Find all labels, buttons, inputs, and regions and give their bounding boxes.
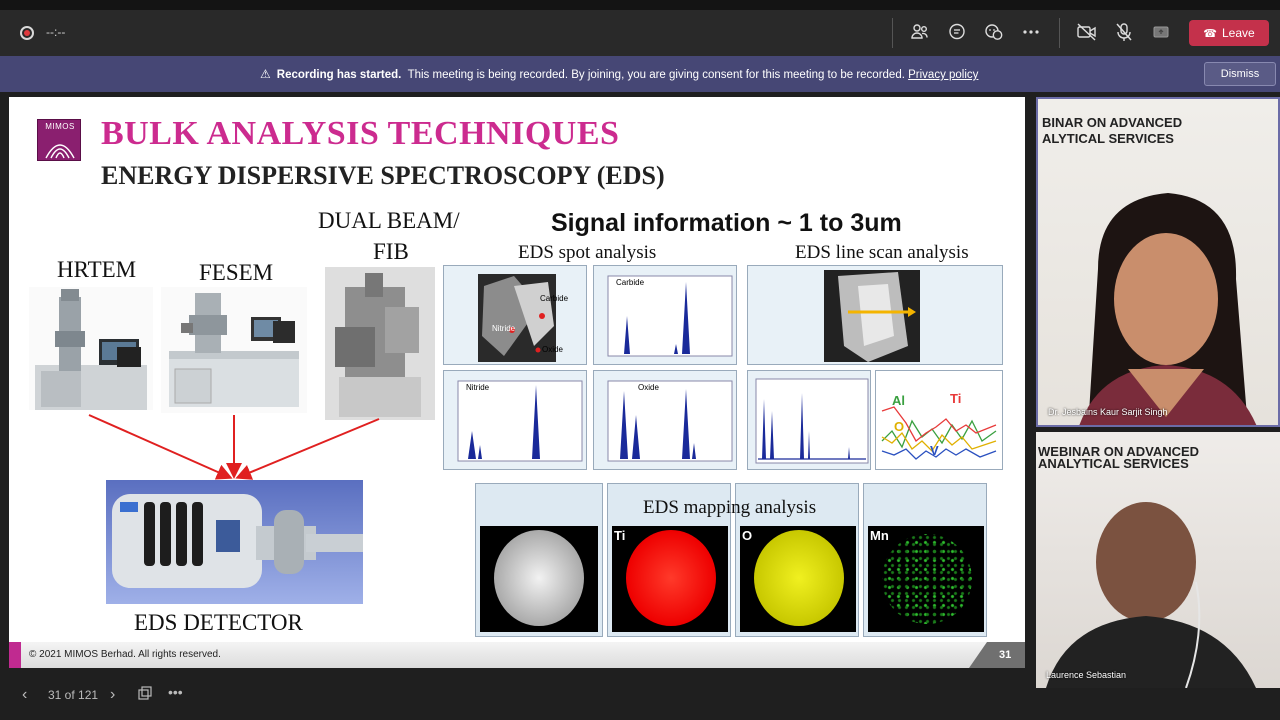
participants-icon[interactable] xyxy=(908,22,932,46)
eds-line-scan-label: EDS line scan analysis xyxy=(795,242,969,263)
nitride-label: Nitride xyxy=(492,324,516,333)
map-sem-panel xyxy=(475,483,603,637)
slide-title: BULK ANALYSIS TECHNIQUES xyxy=(101,115,620,152)
fesem-label: FESEM xyxy=(199,260,274,285)
dual-beam-fib-image xyxy=(325,267,435,420)
oxide-spectrum-title: Oxide xyxy=(638,383,659,392)
signal-information-heading: Signal information ~ 1 to 3um xyxy=(551,209,902,237)
fib-label: FIB xyxy=(373,239,409,264)
ti-label: Ti xyxy=(950,391,962,406)
footer-accent xyxy=(9,642,21,668)
warning-icon: ⚠ xyxy=(260,67,271,81)
participant-2-name: Laurence Sebastian xyxy=(1046,670,1127,680)
arrows-to-detector xyxy=(88,414,380,480)
nitride-spectrum: Nitride xyxy=(443,370,587,470)
toolbar-divider xyxy=(892,18,893,48)
leave-label: Leave xyxy=(1222,26,1255,40)
participant-1-name: Dr. Jesbains Kaur Sarjit Singh xyxy=(1048,407,1168,417)
webinar-banner-line-2: ALYTICAL SERVICES xyxy=(1042,131,1174,146)
mimos-logo: MIMOS xyxy=(37,119,81,161)
v-label: V xyxy=(930,443,939,458)
slide-navigation: ‹ 31 of 121 › ••• xyxy=(0,680,1030,720)
meeting-toolbar: --:-- ☎ Leave xyxy=(0,0,1280,56)
leave-button[interactable]: ☎ Leave xyxy=(1189,20,1269,46)
reactions-icon[interactable] xyxy=(982,22,1006,46)
slide-page-indicator: 31 of 121 xyxy=(48,688,99,702)
mn-map-label: Mn xyxy=(870,528,889,543)
chat-icon[interactable] xyxy=(945,22,969,46)
eds-detector-label: EDS DETECTOR xyxy=(134,610,303,635)
mic-off-icon[interactable] xyxy=(1112,22,1136,46)
eds-spot-analysis-label: EDS spot analysis xyxy=(518,242,657,263)
webinar-banner-line-1: BINAR ON ADVANCED xyxy=(1042,115,1183,130)
o-map-label: O xyxy=(742,528,753,543)
recording-started-text: Recording has started. xyxy=(276,69,402,81)
recording-banner: ⚠ Recording has started. This meeting is … xyxy=(0,56,1280,92)
dismiss-button[interactable]: Dismiss xyxy=(1204,62,1276,86)
slide-more-icon[interactable]: ••• xyxy=(168,684,183,700)
more-options-icon[interactable] xyxy=(1019,22,1043,46)
line-scan-profile: Al Ti O V xyxy=(875,370,1003,470)
hrtem-image xyxy=(29,287,153,410)
presentation-slide: MIMOS BULK ANALYSIS TECHNIQUES ENERGY DI… xyxy=(9,97,1025,668)
oxide-spectrum: Oxide xyxy=(593,370,737,470)
hrtem-label: HRTEM xyxy=(57,257,137,282)
share-screen-icon[interactable] xyxy=(1149,22,1173,46)
copyright-text: © 2021 MIMOS Berhad. All rights reserved… xyxy=(29,649,221,660)
recording-consent-text: This meeting is being recorded. By joini… xyxy=(407,69,905,81)
al-label: Al xyxy=(892,393,905,408)
carbide-spectrum: Carbide xyxy=(593,265,737,365)
slide-page-number: 31 xyxy=(999,649,1012,661)
oxide-label: Oxide xyxy=(542,345,563,354)
meeting-timer: --:-- xyxy=(46,25,66,39)
participant-2-avatar xyxy=(1046,502,1256,688)
eds-detector-image xyxy=(106,480,363,604)
line-scan-sem-image xyxy=(747,265,1003,365)
participant-video-1[interactable]: BINAR ON ADVANCED ALYTICAL SERVICES Dr. … xyxy=(1036,97,1280,427)
toolbar-divider xyxy=(1059,18,1060,48)
ti-map-label: Ti xyxy=(614,528,626,543)
carbide-label: Carbide xyxy=(540,294,569,303)
phone-hangup-icon: ☎ xyxy=(1203,28,1217,40)
next-slide-icon[interactable]: › xyxy=(110,686,115,704)
eds-mapping-label: EDS mapping analysis xyxy=(643,497,817,518)
camera-off-icon[interactable] xyxy=(1075,22,1099,46)
privacy-policy-link[interactable]: Privacy policy xyxy=(908,69,978,81)
carbide-spectrum-title: Carbide xyxy=(616,278,645,287)
o-label: O xyxy=(894,419,905,434)
participant-1-avatar xyxy=(1079,193,1257,425)
fesem-image xyxy=(161,287,307,413)
logo-text: MIMOS xyxy=(45,122,75,131)
recording-notice: ⚠ Recording has started. This meeting is … xyxy=(260,67,978,81)
map-mn-panel: Mn xyxy=(863,483,987,637)
nitride-spectrum-title: Nitride xyxy=(466,383,490,392)
line-scan-spectrum xyxy=(747,370,871,470)
previous-slide-icon[interactable]: ‹ xyxy=(22,686,27,704)
dual-beam-label: DUAL BEAM/ xyxy=(318,208,460,233)
slide-subtitle: ENERGY DISPERSIVE SPECTROSCOPY (EDS) xyxy=(101,161,665,190)
recording-indicator-icon xyxy=(20,26,34,40)
slide-sorter-icon[interactable] xyxy=(138,686,152,703)
participant-video-2[interactable]: WEBINAR ON ADVANCED ANALYTICAL SERVICES … xyxy=(1036,432,1280,688)
webinar-banner-line-2: ANALYTICAL SERVICES xyxy=(1038,456,1189,471)
spot-sem-image: Carbide Nitride Oxide xyxy=(443,265,587,365)
